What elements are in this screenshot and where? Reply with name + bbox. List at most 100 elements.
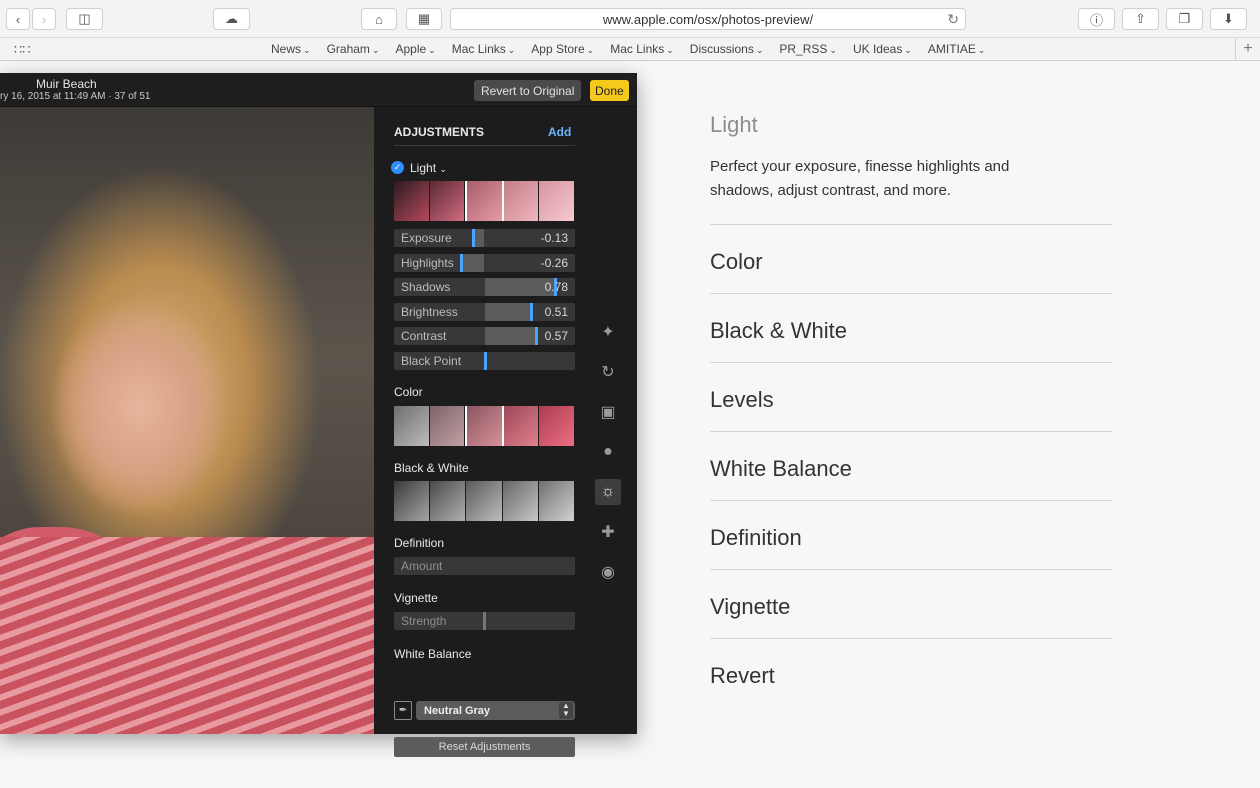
forward-button[interactable]: ›: [32, 8, 56, 30]
vignette-section-label[interactable]: Vignette: [394, 591, 438, 605]
done-button[interactable]: Done: [590, 80, 629, 101]
white-balance-section-label[interactable]: White Balance: [394, 647, 471, 661]
feature-item-white-balance[interactable]: White Balance: [710, 432, 1112, 501]
chevron-down-icon: ⌄: [666, 45, 674, 55]
slider-handle[interactable]: [535, 327, 539, 345]
reload-icon[interactable]: ↻: [947, 11, 959, 28]
crop-icon[interactable]: ▣: [595, 399, 621, 425]
highlights-slider[interactable]: Highlights -0.26: [394, 254, 575, 272]
black-point-slider[interactable]: Black Point: [394, 352, 575, 370]
red-eye-icon[interactable]: ◉: [595, 559, 621, 585]
bookmark-graham[interactable]: Graham ⌄: [327, 42, 380, 56]
back-button[interactable]: ‹: [6, 8, 30, 30]
thumbnail[interactable]: [503, 406, 540, 446]
vignette-strength-slider[interactable]: Strength: [394, 612, 575, 630]
stepper-arrows-icon: ▲ ▼: [559, 702, 573, 719]
chevron-down-icon: ⌄: [904, 45, 912, 55]
bookmark-mac-links[interactable]: Mac Links ⌄: [452, 42, 516, 56]
bookmark-amitiae[interactable]: AMITIAE ⌄: [928, 42, 986, 56]
feature-item-definition[interactable]: Definition: [710, 501, 1112, 570]
bookmark-pr-rss[interactable]: PR_RSS ⌄: [779, 42, 837, 56]
home-icon: ⌂: [375, 11, 383, 27]
light-section-toggle[interactable]: Light ⌄: [410, 161, 447, 175]
sidebar-button[interactable]: ◫: [66, 8, 103, 30]
definition-section-label[interactable]: Definition: [394, 536, 444, 550]
definition-amount-slider[interactable]: Amount: [394, 557, 575, 575]
bookmark-list: News ⌄ Graham ⌄ Apple ⌄ Mac Links ⌄ App Stor…: [271, 42, 1001, 56]
address-bar[interactable]: www.apple.com/osx/photos-preview/ ↻: [450, 8, 966, 30]
retouch-bandage-icon[interactable]: ✚: [595, 519, 621, 545]
light-enabled-checkbox[interactable]: ✓: [391, 161, 404, 174]
grid-icon: ▦: [417, 11, 431, 26]
feature-item-revert[interactable]: Revert: [710, 639, 1112, 708]
thumbnail[interactable]: [466, 481, 503, 521]
thumbnail-selected[interactable]: [465, 181, 504, 221]
bookmark-news[interactable]: News ⌄: [271, 42, 311, 56]
slider-handle[interactable]: [471, 229, 475, 247]
chevron-down-icon: ⌄: [439, 164, 447, 174]
bookmark-mac-links-2[interactable]: Mac Links ⌄: [610, 42, 674, 56]
black-white-section-label[interactable]: Black & White: [394, 461, 469, 475]
bookmark-apple[interactable]: Apple ⌄: [395, 42, 435, 56]
top-sites-button[interactable]: ▦: [406, 8, 442, 30]
eyedropper-button[interactable]: ✒: [394, 701, 412, 720]
thumbnail[interactable]: [429, 181, 466, 221]
slider-label: Contrast: [401, 329, 447, 343]
downloads-button[interactable]: ⬇: [1210, 8, 1247, 30]
rotate-icon[interactable]: ↻: [595, 359, 621, 385]
thumbnail[interactable]: [539, 181, 575, 221]
tabs-button[interactable]: ❐: [1166, 8, 1203, 30]
slider-handle[interactable]: [483, 612, 486, 630]
slider-fill: [484, 303, 531, 321]
reset-adjustments-button[interactable]: Reset Adjustments: [394, 737, 575, 757]
contrast-slider[interactable]: Contrast 0.57: [394, 327, 575, 345]
color-section-label[interactable]: Color: [394, 385, 423, 399]
thumbnail[interactable]: [394, 181, 430, 221]
thumbnail[interactable]: [429, 406, 466, 446]
white-balance-select[interactable]: Neutral Gray ▲ ▼: [416, 701, 575, 720]
slider-handle[interactable]: [483, 352, 487, 370]
thumbnail-selected[interactable]: [465, 406, 504, 446]
info-button[interactable]: ⓘ: [1078, 8, 1115, 30]
adjust-icon[interactable]: ☼: [595, 479, 621, 505]
chevron-down-icon: ⌄: [507, 45, 516, 55]
thumbnail[interactable]: [394, 406, 430, 446]
thumbnail[interactable]: [394, 481, 431, 521]
thumbnail[interactable]: [538, 481, 576, 521]
new-tab-button[interactable]: +: [1235, 38, 1260, 60]
download-icon: ⬇: [1223, 11, 1234, 26]
shadows-slider[interactable]: Shadows 0.78: [394, 278, 575, 296]
icloud-button[interactable]: ☁: [213, 8, 250, 30]
bw-thumbnail-strip[interactable]: [394, 481, 576, 521]
filters-icon[interactable]: ●: [595, 439, 621, 465]
slider-value: 0.57: [544, 329, 568, 343]
revert-to-original-button[interactable]: Revert to Original: [474, 80, 582, 101]
feature-item-color[interactable]: Color: [710, 225, 1112, 294]
bookmark-discussions[interactable]: Discussions ⌄: [690, 42, 764, 56]
apps-grid-icon[interactable]: ∷∷: [14, 42, 31, 58]
bookmark-uk-ideas[interactable]: UK Ideas ⌄: [853, 42, 912, 56]
slider-handle[interactable]: [459, 254, 463, 272]
feature-item-black-white[interactable]: Black & White: [710, 294, 1112, 363]
share-button[interactable]: ⇧: [1122, 8, 1159, 30]
url-text: www.apple.com/osx/photos-preview/: [602, 11, 814, 27]
slider-value: -0.26: [540, 256, 568, 270]
thumbnail[interactable]: [503, 181, 540, 221]
bookmark-app-store[interactable]: App Store ⌄: [531, 42, 594, 56]
brightness-slider[interactable]: Brightness 0.51: [394, 303, 575, 321]
light-thumbnail-strip[interactable]: [394, 181, 575, 221]
thumbnail[interactable]: [430, 481, 467, 521]
edit-tools-column: ✦ ↻ ▣ ● ☼ ✚ ◉: [585, 107, 637, 734]
home-button[interactable]: ⌂: [361, 8, 397, 30]
magic-wand-icon[interactable]: ✦: [595, 319, 621, 345]
slider-handle[interactable]: [529, 303, 533, 321]
feature-item-vignette[interactable]: Vignette: [710, 570, 1112, 639]
add-adjustment-button[interactable]: Add: [548, 125, 571, 139]
thumbnail[interactable]: [539, 406, 575, 446]
exposure-slider[interactable]: Exposure -0.13: [394, 229, 575, 247]
thumbnail[interactable]: [502, 481, 539, 521]
white-balance-row: ✒ Neutral Gray ▲ ▼: [394, 701, 575, 720]
feature-item-levels[interactable]: Levels: [710, 363, 1112, 432]
color-thumbnail-strip[interactable]: [394, 406, 575, 446]
